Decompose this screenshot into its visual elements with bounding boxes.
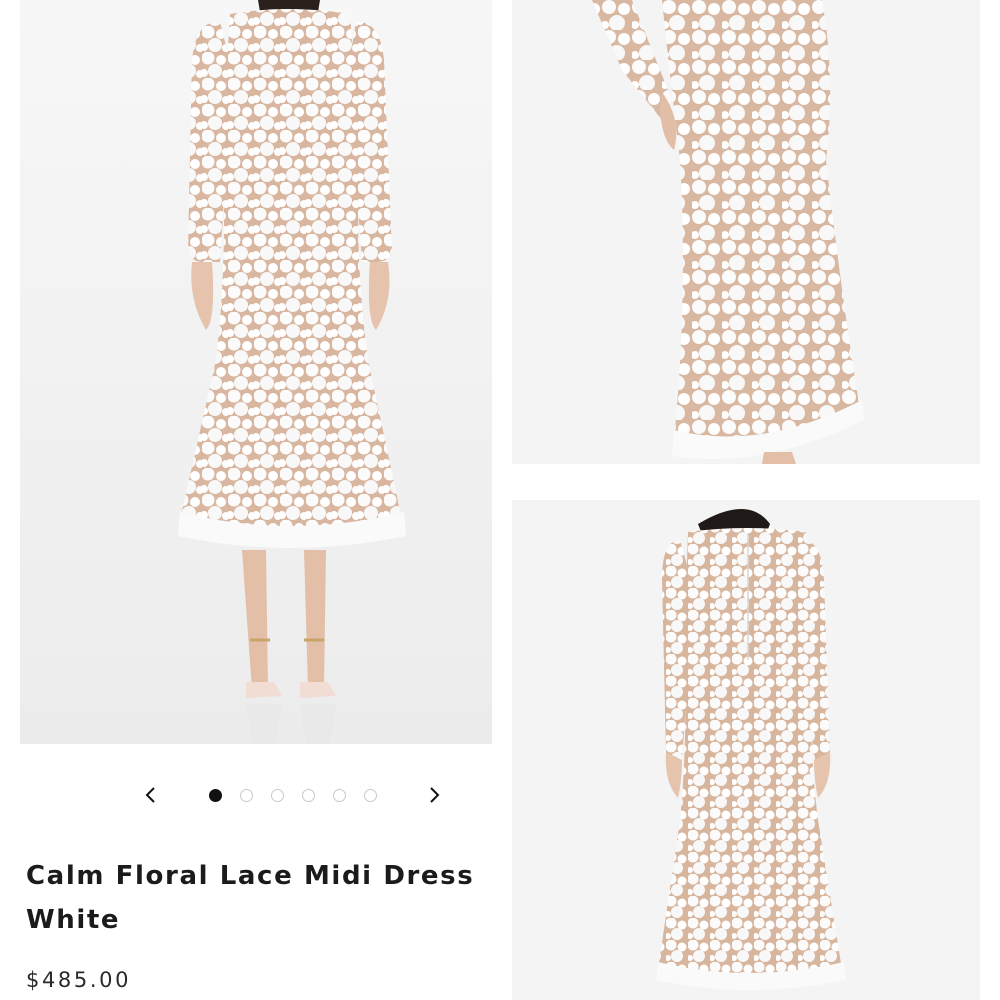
carousel-dot-5[interactable]	[332, 788, 346, 802]
dress-side-illustration	[512, 0, 980, 464]
carousel-dot-3[interactable]	[270, 788, 284, 802]
model-front-illustration	[20, 0, 492, 744]
carousel-dot-6[interactable]	[363, 788, 377, 802]
model-back-illustration	[512, 500, 980, 1000]
product-title-line-1: Calm Floral Lace Midi Dress	[26, 861, 475, 891]
carousel-dot-4[interactable]	[301, 788, 315, 802]
product-image-detail-back[interactable]	[512, 500, 980, 1000]
product-price: $485.00	[26, 968, 132, 992]
chevron-right-icon[interactable]	[423, 784, 445, 806]
image-carousel-controls	[140, 782, 445, 808]
carousel-dots	[208, 788, 377, 802]
carousel-dot-1[interactable]	[208, 788, 222, 802]
product-image-detail-side[interactable]	[512, 0, 980, 464]
product-title-line-2: White	[26, 905, 121, 935]
carousel-dot-2[interactable]	[239, 788, 253, 802]
chevron-left-icon[interactable]	[140, 784, 162, 806]
product-title: Calm Floral Lace Midi Dress White	[26, 854, 496, 942]
product-image-main[interactable]	[20, 0, 492, 744]
page-margin	[980, 0, 1000, 1000]
